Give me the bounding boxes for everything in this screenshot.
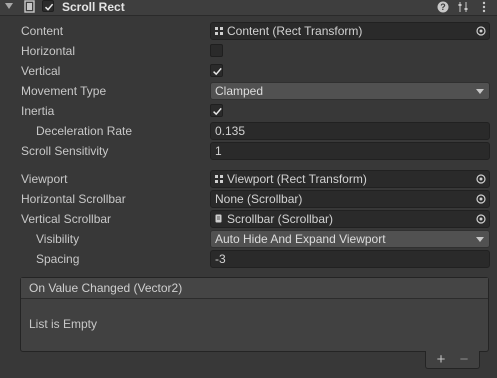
viewport-field[interactable]: Viewport (Rect Transform) <box>210 170 490 188</box>
checkmark-icon <box>213 107 222 116</box>
scroll-sensitivity-value: 1 <box>215 144 222 158</box>
spacing-label: Spacing <box>36 252 80 266</box>
content-field[interactable]: Content (Rect Transform) <box>210 22 490 40</box>
spacing-value: -3 <box>215 252 226 266</box>
movement-type-dropdown[interactable]: Clamped <box>210 82 490 100</box>
horizontal-checkbox[interactable] <box>210 44 223 57</box>
component-title: Scroll Rect <box>62 0 125 14</box>
kebab-menu-icon[interactable] <box>478 1 490 13</box>
checkmark-icon <box>213 67 222 76</box>
horizontal-label: Horizontal <box>21 44 76 58</box>
rect-transform-icon <box>215 27 223 35</box>
enabled-checkbox[interactable] <box>42 0 54 12</box>
inertia-checkbox[interactable] <box>210 104 223 117</box>
vertical-scrollbar-value: Scrollbar (Scrollbar) <box>227 212 334 226</box>
scroll-sensitivity-field[interactable]: 1 <box>210 142 490 160</box>
visibility-dropdown[interactable]: Auto Hide And Expand Viewport <box>210 230 490 248</box>
horizontal-scrollbar-value: None (Scrollbar) <box>215 192 303 206</box>
vertical-label: Vertical <box>21 64 61 78</box>
object-picker-icon[interactable] <box>476 26 486 36</box>
component-icon <box>24 0 35 13</box>
deceleration-rate-label: Deceleration Rate <box>36 124 133 138</box>
preset-icon[interactable] <box>457 1 469 13</box>
content-value: Content (Rect Transform) <box>227 24 363 38</box>
help-icon[interactable]: ? <box>437 1 449 13</box>
spacing-field[interactable]: -3 <box>210 250 490 268</box>
deceleration-rate-field[interactable]: 0.135 <box>210 122 490 140</box>
vertical-scrollbar-label: Vertical Scrollbar <box>21 212 112 226</box>
movement-type-value: Clamped <box>215 84 264 98</box>
svg-text:?: ? <box>440 2 446 12</box>
component-header: Scroll Rect ? <box>0 0 497 16</box>
on-value-changed-event: On Value Changed (Vector2) List is Empty <box>20 277 489 352</box>
horizontal-scrollbar-field[interactable]: None (Scrollbar) <box>210 190 490 208</box>
movement-type-label: Movement Type <box>21 84 107 98</box>
deceleration-rate-value: 0.135 <box>215 124 246 138</box>
visibility-value: Auto Hide And Expand Viewport <box>215 232 386 246</box>
vertical-checkbox[interactable] <box>210 64 223 77</box>
object-picker-icon[interactable] <box>476 214 486 224</box>
event-title: On Value Changed (Vector2) <box>21 278 488 299</box>
object-picker-icon[interactable] <box>476 174 486 184</box>
chevron-down-icon <box>476 89 484 94</box>
rect-transform-icon <box>215 175 223 183</box>
visibility-label: Visibility <box>36 232 80 246</box>
scroll-sensitivity-label: Scroll Sensitivity <box>21 144 109 158</box>
horizontal-scrollbar-label: Horizontal Scrollbar <box>21 192 126 206</box>
viewport-value: Viewport (Rect Transform) <box>227 172 367 186</box>
remove-listener-button[interactable]: − <box>454 351 474 368</box>
viewport-label: Viewport <box>21 172 68 186</box>
inertia-label: Inertia <box>21 104 55 118</box>
add-listener-button[interactable]: + <box>431 351 451 368</box>
script-icon <box>215 214 222 223</box>
content-label: Content <box>21 24 64 38</box>
vertical-scrollbar-field[interactable]: Scrollbar (Scrollbar) <box>210 210 490 228</box>
event-empty-text: List is Empty <box>29 317 98 331</box>
event-footer: + − <box>425 351 480 369</box>
object-picker-icon[interactable] <box>476 194 486 204</box>
chevron-down-icon <box>476 237 484 242</box>
fold-arrow-icon[interactable] <box>5 3 13 9</box>
